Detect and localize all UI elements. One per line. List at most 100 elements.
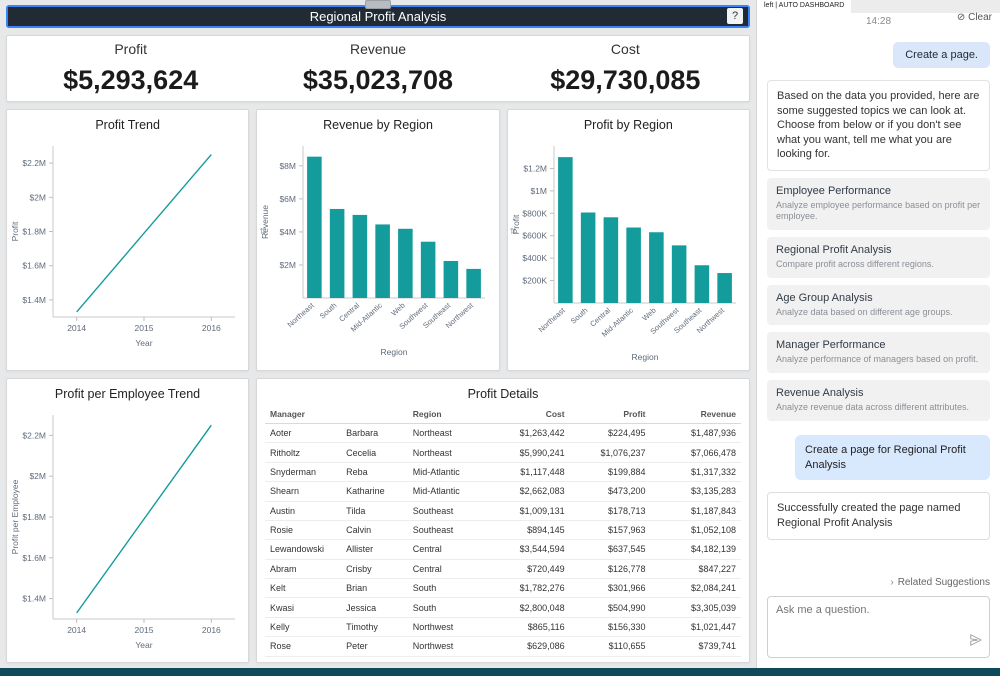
svg-text:South: South (569, 306, 590, 326)
table-row[interactable]: AbramCrisbyCentral$720,449$126,778$847,2… (265, 559, 741, 578)
revenue-by-region-chart[interactable]: $2M$4M$6M$8MRevenueNortheastSouthCentral… (257, 134, 498, 370)
profit-by-region-chart[interactable]: $200K$400K$600K$800K$1M$1.2MProfitNorthe… (508, 134, 749, 370)
column-header[interactable]: Revenue (651, 405, 741, 424)
table-cell: Tilda (341, 501, 408, 520)
svg-text:$1.8M: $1.8M (22, 512, 46, 522)
svg-text:$1.8M: $1.8M (22, 227, 46, 237)
help-icon[interactable]: ? (727, 8, 743, 24)
profit-trend-card: Profit Trend $1.4M$1.6M$1.8M$2M$2.2MProf… (6, 109, 249, 371)
suggestion-card[interactable]: Employee PerformanceAnalyze employee per… (767, 178, 990, 230)
os-tab[interactable]: left | AUTO DASHBOARD (757, 0, 851, 13)
question-input[interactable] (768, 597, 989, 657)
table-cell: $3,544,594 (484, 540, 570, 559)
svg-text:$1.4M: $1.4M (22, 295, 46, 305)
profit-details-card: Profit Details Manager RegionCostProfitRe… (256, 378, 750, 663)
kpi-cost-label: Cost (502, 41, 749, 57)
suggestion-card[interactable]: Age Group AnalysisAnalyze data based on … (767, 285, 990, 326)
table-cell: Mid-Atlantic (408, 462, 484, 481)
dashboard-title: Regional Profit Analysis (310, 9, 447, 24)
svg-text:Profit: Profit (511, 214, 521, 234)
svg-text:$1M: $1M (530, 186, 547, 196)
svg-text:$2M: $2M (29, 471, 46, 481)
table-cell: Austin (265, 501, 341, 520)
svg-text:2016: 2016 (202, 323, 221, 333)
assistant-confirmation-message: Successfully created the page named Regi… (767, 492, 990, 540)
table-cell: Kwasi (265, 598, 341, 617)
revenue-by-region-title: Revenue by Region (257, 110, 498, 134)
svg-text:$2.2M: $2.2M (22, 158, 46, 168)
table-row[interactable]: KeltBrianSouth$1,782,276$301,966$2,084,2… (265, 579, 741, 598)
revenue-by-region-card: Revenue by Region ⇅ $2M$4M$6M$8MRevenueN… (256, 109, 499, 371)
suggestion-card[interactable]: Revenue AnalysisAnalyze revenue data acr… (767, 380, 990, 421)
table-row[interactable]: LewandowskiAllisterCentral$3,544,594$637… (265, 540, 741, 559)
table-cell: Peter (341, 637, 408, 656)
table-row[interactable]: KwasiJessicaSouth$2,800,048$504,990$3,30… (265, 598, 741, 617)
table-cell: Kelt (265, 579, 341, 598)
table-cell: Shearn (265, 482, 341, 501)
svg-text:$1.6M: $1.6M (22, 261, 46, 271)
profit-details-title: Profit Details (257, 379, 749, 403)
table-cell: Crisby (341, 559, 408, 578)
table-cell: Southeast (408, 501, 484, 520)
question-input-box (767, 596, 990, 658)
profit-trend-title: Profit Trend (7, 110, 248, 134)
table-cell: Central (408, 559, 484, 578)
table-row[interactable]: RosePeterNorthwest$629,086$110,655$739,7… (265, 637, 741, 656)
table-cell: $1,076,237 (570, 443, 651, 462)
svg-text:Web: Web (640, 306, 657, 323)
table-cell: Northeast (408, 424, 484, 443)
table-row[interactable]: KellyTimothyNorthwest$865,116$156,330$1,… (265, 617, 741, 636)
send-icon[interactable] (969, 633, 983, 652)
suggestion-title: Manager Performance (776, 339, 981, 351)
table-row[interactable]: SnydermanRebaMid-Atlantic$1,117,448$199,… (265, 462, 741, 481)
suggestion-title: Revenue Analysis (776, 387, 981, 399)
kpi-profit-value: $5,293,624 (7, 65, 254, 96)
table-cell: Jessica (341, 598, 408, 617)
clear-label: Clear (968, 12, 992, 23)
column-header[interactable]: Profit (570, 405, 651, 424)
table-row[interactable]: ShearnKatharineMid-Atlantic$2,662,083$47… (265, 482, 741, 501)
profit-per-employee-chart[interactable]: $1.4M$1.6M$1.8M$2M$2.2MProfit per Employ… (7, 403, 248, 662)
clear-button[interactable]: ⊘ Clear (957, 12, 992, 23)
dashboard-header[interactable]: Regional Profit Analysis ? (6, 5, 750, 28)
table-row[interactable]: AoterBarbaraNortheast$1,263,442$224,495$… (265, 424, 741, 443)
drag-handle[interactable] (365, 0, 391, 9)
table-cell: $847,227 (651, 559, 741, 578)
svg-text:$600K: $600K (522, 231, 547, 241)
table-row[interactable]: RosieCalvinSoutheast$894,145$157,963$1,0… (265, 520, 741, 539)
column-header[interactable] (341, 405, 408, 424)
svg-text:2015: 2015 (135, 323, 154, 333)
clear-icon: ⊘ (957, 12, 965, 23)
svg-text:Northeast: Northeast (286, 300, 317, 329)
create-page-button[interactable]: Create a page. (893, 42, 990, 68)
profit-per-employee-title: Profit per Employee Trend (7, 379, 248, 403)
table-row[interactable]: RitholtzCeceliaNortheast$5,990,241$1,076… (265, 443, 741, 462)
table-cell: Central (408, 540, 484, 559)
table-cell: $301,966 (570, 579, 651, 598)
dashboard-title-bar: Regional Profit Analysis ? (8, 7, 748, 26)
profit-trend-chart[interactable]: $1.4M$1.6M$1.8M$2M$2.2MProfit20142015201… (7, 134, 248, 370)
table-cell: $2,084,241 (651, 579, 741, 598)
table-cell: $637,545 (570, 540, 651, 559)
column-header[interactable]: Region (408, 405, 484, 424)
table-cell: $2,800,048 (484, 598, 570, 617)
column-header[interactable]: Cost (484, 405, 570, 424)
table-cell: $7,066,478 (651, 443, 741, 462)
table-cell: $1,021,447 (651, 617, 741, 636)
bottom-status-bar (0, 668, 1000, 676)
table-cell: $1,263,442 (484, 424, 570, 443)
suggestion-card[interactable]: Regional Profit AnalysisCompare profit a… (767, 237, 990, 278)
kpi-revenue-value: $35,023,708 (254, 65, 501, 96)
table-cell: Northwest (408, 637, 484, 656)
suggestion-card[interactable]: Manager PerformanceAnalyze performance o… (767, 332, 990, 373)
suggestion-description: Compare profit across different regions. (776, 259, 981, 271)
column-header[interactable]: Manager (265, 405, 341, 424)
table-cell: $504,990 (570, 598, 651, 617)
related-suggestions-link[interactable]: ›Related Suggestions (767, 577, 990, 596)
svg-text:Year: Year (135, 640, 152, 650)
table-row[interactable]: AustinTildaSoutheast$1,009,131$178,713$1… (265, 501, 741, 520)
suggestion-title: Employee Performance (776, 185, 981, 197)
table-cell: Barbara (341, 424, 408, 443)
svg-text:$1.6M: $1.6M (22, 553, 46, 563)
table-cell: Allister (341, 540, 408, 559)
